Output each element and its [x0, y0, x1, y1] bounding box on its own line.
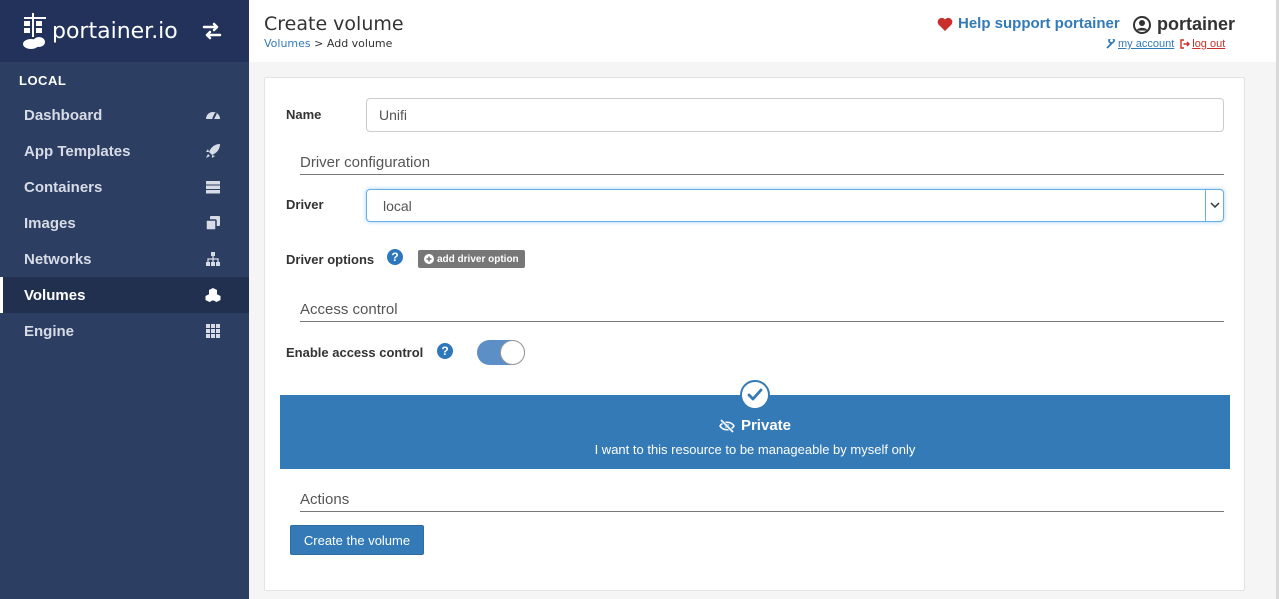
private-title-label: Private: [740, 417, 792, 434]
access-control-help-icon[interactable]: ?: [437, 343, 453, 359]
server-icon: [206, 181, 220, 194]
portainer-logo-icon: [23, 13, 46, 49]
name-input[interactable]: Unifi: [366, 98, 1224, 132]
heart-icon: [937, 17, 953, 31]
environment-title: LOCAL: [19, 72, 67, 88]
sidebar-item-images[interactable]: Images: [0, 205, 249, 241]
create-volume-form: Name Unifi Driver configuration Driver l…: [264, 77, 1245, 591]
name-label: Name: [286, 107, 322, 122]
sidebar-item-networks[interactable]: Networks: [0, 241, 249, 277]
sidebar-item-label: Dashboard: [24, 106, 103, 124]
my-account-label: my account: [1118, 38, 1175, 50]
access-control-toggle[interactable]: [477, 340, 525, 365]
driver-label: Driver: [286, 197, 324, 212]
rocket-icon: [206, 144, 220, 158]
sign-out-icon: [1180, 39, 1191, 49]
breadcrumb-separator: >: [310, 37, 327, 50]
sidebar-item-label: Containers: [24, 178, 103, 196]
wrench-icon: [1106, 39, 1115, 49]
driver-select-arrow[interactable]: [1205, 190, 1223, 221]
help-support-label: Help support portainer: [958, 15, 1120, 32]
create-volume-button[interactable]: Create the volume: [290, 525, 424, 555]
driver-select-value: local: [383, 197, 412, 214]
brand-name: portainer.io: [52, 18, 178, 44]
sidebar-item-label: App Templates: [24, 142, 131, 160]
check-icon: [747, 388, 763, 401]
breadcrumb-current: Add volume: [326, 37, 393, 50]
sidebar-item-engine[interactable]: Engine: [0, 313, 249, 349]
switch-environment-icon[interactable]: [201, 20, 223, 42]
plus-circle-icon: [424, 254, 434, 264]
clone-icon: [205, 216, 220, 231]
sidebar-item-label: Networks: [24, 250, 92, 268]
sidebar: portainer.io LOCAL Dashboard App Templat…: [0, 0, 249, 599]
driver-options-label: Driver options: [286, 252, 375, 267]
my-account-link[interactable]: my account: [1106, 38, 1174, 50]
sidebar-item-app-templates[interactable]: App Templates: [0, 133, 249, 169]
driver-configuration-section: Driver configuration: [300, 154, 1224, 175]
breadcrumb: Volumes > Add volume: [264, 37, 392, 50]
access-control-section: Access control: [300, 301, 1224, 322]
sidebar-nav: Dashboard App Templates Containers Image…: [0, 97, 249, 349]
username: portainer: [1157, 14, 1236, 34]
sidebar-item-label: Images: [24, 214, 76, 232]
private-description: I want to this resource to be manageable…: [594, 442, 916, 457]
th-icon: [206, 324, 220, 338]
sitemap-icon: [206, 252, 220, 266]
page-title: Create volume: [264, 13, 404, 35]
help-support-link[interactable]: Help support portainer: [937, 15, 1120, 32]
user-circle-icon: [1133, 15, 1151, 34]
actions-section: Actions: [300, 491, 1224, 512]
user-links: my account log out: [1106, 38, 1225, 50]
selected-check-icon: [740, 380, 770, 410]
eye-slash-icon: [719, 418, 735, 433]
driver-options-help-icon[interactable]: ?: [387, 249, 403, 265]
sidebar-item-volumes[interactable]: Volumes: [0, 277, 249, 313]
sidebar-item-dashboard[interactable]: Dashboard: [0, 97, 249, 133]
toggle-knob: [500, 340, 525, 365]
name-input-value: Unifi: [379, 107, 408, 123]
driver-select[interactable]: local: [366, 189, 1224, 222]
log-out-label: log out: [1192, 38, 1226, 50]
brand-header: portainer.io: [0, 0, 249, 62]
log-out-link[interactable]: log out: [1180, 38, 1225, 50]
user-info: portainer: [1133, 14, 1235, 35]
chevron-down-icon: [1209, 202, 1220, 209]
sidebar-item-label: Engine: [24, 322, 75, 340]
add-driver-option-button[interactable]: add driver option: [418, 250, 525, 268]
cubes-icon: [205, 288, 221, 302]
enable-access-control-label: Enable access control: [286, 345, 424, 360]
breadcrumb-volumes-link[interactable]: Volumes: [264, 37, 311, 50]
top-header: Create volume Volumes > Add volume Help …: [249, 0, 1279, 62]
tachometer-icon: [206, 112, 220, 120]
sidebar-item-containers[interactable]: Containers: [0, 169, 249, 205]
sidebar-item-label: Volumes: [24, 286, 86, 304]
private-title: Private: [280, 417, 1230, 434]
add-driver-option-label: add driver option: [437, 253, 519, 265]
brand-logo[interactable]: portainer.io: [22, 11, 178, 51]
